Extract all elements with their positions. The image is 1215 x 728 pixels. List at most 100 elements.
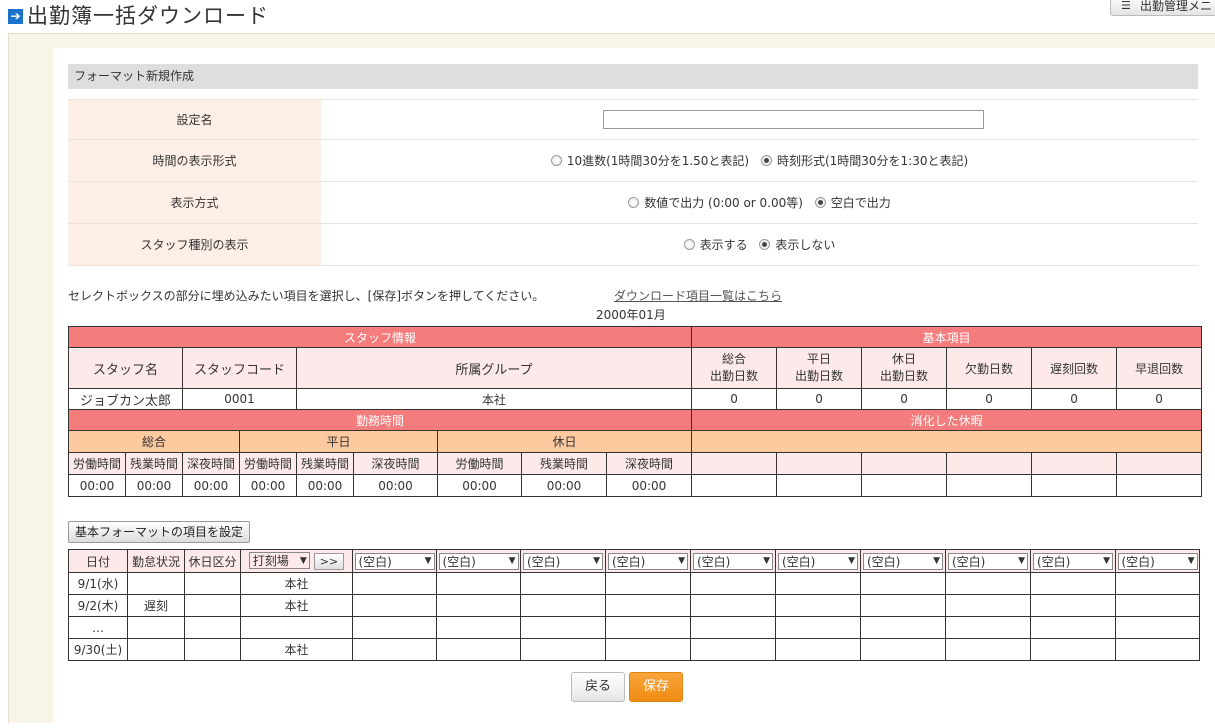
radio-label: 10進数(1時間30分を1.50と表記) (566, 154, 750, 168)
used-leave-header: 消化した休暇 (691, 409, 1203, 431)
date-cell: 9/30(土) (68, 638, 128, 661)
select-value: (空白) (612, 554, 646, 569)
summary-preview-table: スタッフ情報 基本項目 スタッフ名 スタッフコード 所属グループ 総合 出勤日数 … (67, 326, 1203, 497)
dropdown-arrow-icon: ▼ (424, 556, 432, 566)
col-date: 日付 (68, 549, 128, 573)
leave-value-cell (861, 474, 948, 497)
arrow-right-icon: ➔ (8, 9, 23, 24)
radio-label: 時刻形式(1時間30分を1:30と表記) (776, 154, 969, 168)
leave-value-cell (1031, 474, 1118, 497)
back-button[interactable]: 戻る (571, 672, 625, 702)
weekday-overtime-header: 残業時間 (296, 452, 354, 475)
total-header: 総合 (68, 430, 240, 453)
save-button[interactable]: 保存 (629, 672, 683, 702)
field-select[interactable]: (空白) ▼ (438, 552, 519, 570)
select-value: (空白) (442, 554, 476, 569)
row-group: 本社 (295, 388, 693, 410)
blank-select-cell: (空白) ▼ (1115, 549, 1200, 573)
blank-select-cell: (空白) ▼ (605, 549, 691, 573)
col-weekday-days: 平日 出勤日数 (776, 347, 863, 389)
clock-place-select[interactable]: 打刻場 ▼ (248, 552, 310, 569)
display-blank-radio[interactable]: 空白で出力 (814, 194, 891, 211)
place-cell (240, 616, 353, 639)
setting-name-label: 設定名 (68, 99, 321, 140)
blank-select-cell: (空白) ▼ (520, 549, 606, 573)
holiday-night-value: 00:00 (605, 474, 693, 497)
field-select[interactable]: (空白) ▼ (693, 552, 773, 570)
instruction-text: セレクトボックスの部分に埋め込みたい項目を選択し、[保存]ボタンを押してください… (68, 289, 545, 303)
blank-select-cell: (空白) ▼ (860, 549, 946, 573)
radio-label: 表示しない (775, 238, 836, 252)
daily-preview-table: 日付 勤怠状況 休日区分 打刻場 ▼ >> (空白) ▼ (空白) ▼ (空白) ▼ (空… (68, 549, 1200, 661)
add-column-button[interactable]: >> (313, 553, 345, 570)
col-absent: 欠勤日数 (946, 347, 1033, 389)
time-format-clock-radio[interactable]: 時刻形式(1時間30分を1:30と表記) (760, 152, 969, 169)
col-staff-name: スタッフ名 (68, 347, 183, 389)
col-status: 勤怠状況 (127, 549, 185, 573)
attendance-menu-button[interactable]: ☰ 出勤管理メニ (1109, 0, 1215, 16)
row-late: 0 (1031, 388, 1118, 410)
field-select[interactable]: (空白) ▼ (948, 552, 1028, 570)
leave-value-cell (691, 474, 778, 497)
page-title: 出勤簿一括ダウンロード (27, 4, 269, 28)
total-labor-value: 00:00 (68, 474, 126, 497)
select-value: (空白) (697, 554, 731, 569)
field-select[interactable]: (空白) ▼ (354, 552, 435, 570)
radio-checked-icon (759, 239, 771, 250)
total-overtime-value: 00:00 (125, 474, 183, 497)
field-select[interactable]: (空白) ▼ (1117, 552, 1198, 570)
holiday-header: 休日 (436, 430, 693, 453)
blank-select-cell: (空白) ▼ (1030, 549, 1116, 573)
setting-name-input[interactable] (603, 110, 984, 129)
holiday-type-cell (184, 638, 241, 661)
work-time-header: 勤務時間 (67, 409, 693, 431)
dropdown-arrow-icon: ▼ (1187, 556, 1195, 566)
weekday-night-header: 深夜時間 (353, 452, 438, 475)
field-select[interactable]: (空白) ▼ (778, 552, 858, 570)
menu-label: 出勤管理メニ (1139, 0, 1212, 13)
total-overtime-header: 残業時間 (125, 452, 183, 475)
radio-unchecked-icon (550, 155, 562, 166)
col-group: 所属グループ (295, 347, 693, 389)
weekday-header: 平日 (239, 430, 438, 453)
dropdown-arrow-icon: ▼ (848, 556, 855, 566)
basic-format-settings-button[interactable]: 基本フォーマットの項目を設定 (68, 521, 251, 543)
col-holiday-days: 休日 出勤日数 (861, 347, 948, 389)
dropdown-arrow-icon: ▼ (763, 556, 770, 566)
staff-type-show-radio[interactable]: 表示する (683, 236, 748, 253)
col-total-days: 総合 出勤日数 (691, 347, 778, 389)
holiday-type-cell (184, 616, 241, 639)
dropdown-arrow-icon: ▼ (1103, 556, 1110, 566)
field-select[interactable]: (空白) ▼ (863, 552, 943, 570)
blank-select-cell: (空白) ▼ (690, 549, 776, 573)
select-value: (空白) (952, 554, 986, 569)
weekday-night-value: 00:00 (353, 474, 438, 497)
row-early: 0 (1116, 388, 1203, 410)
display-method-label: 表示方式 (68, 181, 321, 224)
row-total-days: 0 (691, 388, 778, 410)
staff-type-hide-radio[interactable]: 表示しない (759, 236, 835, 253)
col-early: 早退回数 (1116, 347, 1203, 389)
time-format-decimal-radio[interactable]: 10進数(1時間30分を1.50と表記) (550, 152, 750, 169)
month-label: 2000年01月 (596, 308, 666, 322)
display-numeric-radio[interactable]: 数値で出力 (0:00 or 0.00等) (628, 194, 803, 211)
radio-label: 表示する (699, 238, 748, 252)
status-cell (127, 616, 185, 639)
download-items-link[interactable]: ダウンロード項目一覧はこちら (614, 287, 782, 304)
weekday-overtime-value: 00:00 (296, 474, 354, 497)
field-select[interactable]: (空白) ▼ (1033, 552, 1113, 570)
leave-value-cell (1116, 474, 1203, 497)
col-late: 遅刻回数 (1031, 347, 1118, 389)
total-labor-header: 労働時間 (68, 452, 126, 475)
field-select[interactable]: (空白) ▼ (523, 552, 603, 570)
row-absent: 0 (946, 388, 1033, 410)
leave-cell (1031, 452, 1118, 475)
radio-checked-icon (814, 197, 826, 208)
staff-info-header: スタッフ情報 (67, 326, 693, 348)
select-value: (空白) (527, 554, 561, 569)
field-select[interactable]: (空白) ▼ (608, 552, 688, 570)
status-cell: 遅刻 (127, 594, 185, 617)
radio-unchecked-icon (628, 197, 640, 208)
radio-unchecked-icon (683, 239, 695, 250)
row-holiday-days: 0 (861, 388, 948, 410)
